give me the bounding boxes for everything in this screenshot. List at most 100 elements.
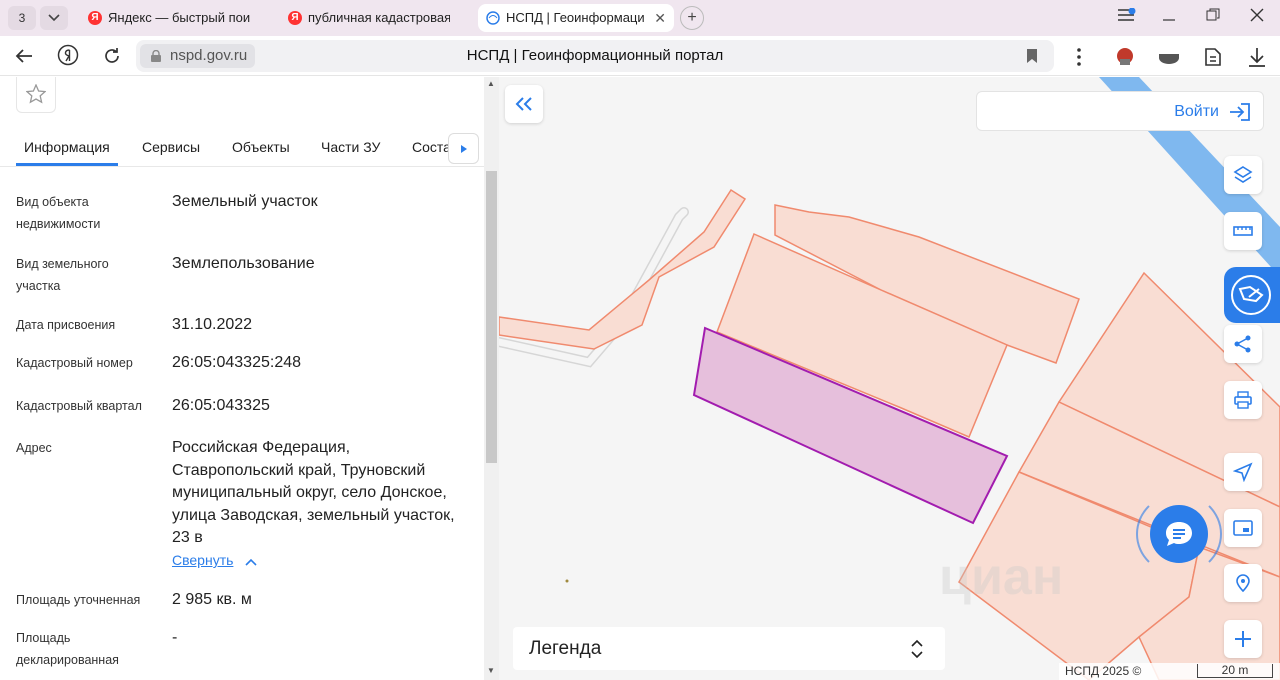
chat-icon	[1166, 522, 1192, 546]
parcel-shape	[499, 188, 747, 350]
new-tab-button[interactable]: +	[680, 6, 704, 30]
field-value: 2 985 кв. м	[172, 591, 252, 608]
map-footer: НСПД 2025 © 20 m	[1059, 663, 1280, 680]
browser-tab-cadastral-search[interactable]: Я публичная кадастровая к	[280, 4, 470, 32]
map-parcels-layer	[499, 77, 1280, 680]
legend-label: Легенда	[529, 638, 602, 659]
chevron-up-icon[interactable]	[245, 558, 257, 566]
location-search-icon	[1236, 574, 1250, 593]
yandex-icon: Я	[288, 11, 302, 25]
url-field[interactable]: nspd.gov.ru НСПД | Геоинформационный пор…	[136, 40, 1054, 72]
scroll-up-icon[interactable]: ▲	[487, 79, 495, 88]
ruler-icon	[1233, 226, 1253, 236]
legend-dropdown[interactable]: Легенда	[513, 627, 945, 670]
scale-bar: 20 m	[1197, 664, 1273, 678]
field-label: Вид объекта недвижимости	[16, 195, 101, 231]
print-icon	[1234, 391, 1252, 409]
field-label: Адрес	[16, 441, 52, 455]
login-label: Войти	[1174, 103, 1219, 120]
info-panel: Информация Сервисы Объекты Части ЗУ Сост…	[0, 77, 484, 680]
chevron-down-icon	[48, 14, 60, 22]
tabs-scroll-right-button[interactable]	[448, 133, 479, 164]
search-location-button[interactable]	[1224, 564, 1262, 602]
share-icon	[1234, 335, 1251, 353]
navigation-arrow-icon	[1233, 462, 1253, 482]
share-button[interactable]	[1224, 325, 1262, 363]
plus-icon	[1235, 631, 1251, 647]
chat-button[interactable]	[1150, 505, 1208, 563]
field-label: Вид земельного участка	[16, 257, 109, 293]
minimize-icon[interactable]	[1162, 8, 1176, 25]
layers-button[interactable]	[1224, 156, 1262, 194]
layers-icon	[1233, 166, 1253, 183]
collapse-panel-button[interactable]	[505, 85, 543, 123]
page-title: НСПД | Геоинформационный портал	[466, 47, 724, 64]
panel-tabs: Информация Сервисы Объекты Части ЗУ Сост…	[0, 133, 484, 167]
globe-icon	[486, 11, 500, 25]
active-tab-indicator	[16, 163, 118, 166]
yandex-icon[interactable]	[56, 44, 80, 68]
print-button[interactable]	[1224, 381, 1262, 419]
bookmark-icon[interactable]	[1026, 48, 1038, 64]
close-window-icon[interactable]	[1250, 8, 1264, 25]
draw-tool-button[interactable]	[1224, 267, 1280, 323]
tab-information[interactable]: Информация	[24, 139, 110, 155]
locate-button[interactable]	[1224, 453, 1262, 491]
caret-right-icon	[461, 145, 467, 153]
tab-title: НСПД | Геоинформаци	[506, 10, 645, 25]
extension-icon[interactable]	[1114, 46, 1136, 68]
collapse-link[interactable]: Свернуть	[172, 552, 233, 568]
field-label: Площадь декларированная	[16, 631, 119, 667]
field-label: Кадастровый квартал	[16, 399, 142, 413]
field-value: -	[172, 629, 178, 646]
tab-title: публичная кадастровая к	[308, 10, 450, 25]
map-draw-icon	[1231, 275, 1271, 315]
restore-icon[interactable]	[1206, 8, 1220, 25]
minimap-button[interactable]	[1224, 509, 1262, 547]
collections-icon[interactable]	[1202, 46, 1224, 68]
field-label: Площадь уточненная	[16, 593, 141, 607]
menu-icon[interactable]	[1118, 7, 1136, 25]
reload-icon[interactable]	[100, 44, 124, 68]
browser-tab-yandex[interactable]: Я Яндекс — быстрый поиск	[80, 4, 270, 32]
browser-tab-nspd[interactable]: НСПД | Геоинформаци ✕	[478, 4, 674, 32]
login-button[interactable]: Войти	[976, 91, 1264, 131]
field-label: Кадастровый номер	[16, 356, 133, 370]
tab-composition[interactable]: Соста	[412, 139, 451, 155]
copyright-text: НСПД 2025 ©	[1065, 664, 1142, 678]
tab-list-button[interactable]	[40, 6, 68, 30]
field-value: Землепользование	[172, 255, 315, 272]
tab-land-parts[interactable]: Части ЗУ	[321, 139, 380, 155]
download-icon[interactable]	[1246, 46, 1268, 68]
picture-in-picture-icon	[1233, 520, 1253, 536]
scrollbar-thumb[interactable]	[486, 171, 497, 463]
cadastral-number-value: 26:05:043325:248	[172, 354, 302, 371]
field-label: Дата присвоения	[16, 318, 116, 332]
address-bar: nspd.gov.ru НСПД | Геоинформационный пор…	[0, 36, 1280, 76]
tab-services[interactable]: Сервисы	[142, 139, 200, 155]
login-icon	[1230, 103, 1250, 121]
zoom-in-button[interactable]	[1224, 620, 1262, 658]
cadastral-quarter-value: 26:05:043325	[172, 397, 270, 414]
map-canvas[interactable]: циан Войти Легенда НСПД 2025 © 20 m	[499, 77, 1280, 680]
field-value: Земельный участок	[172, 193, 318, 210]
address-value: Российская Федерация, Ставропольский кра…	[172, 439, 455, 546]
close-tab-icon[interactable]: ✕	[654, 4, 666, 32]
star-icon	[26, 84, 46, 104]
scroll-down-icon[interactable]: ▼	[487, 666, 495, 675]
more-icon[interactable]	[1068, 46, 1090, 68]
double-chevron-left-icon	[515, 97, 532, 111]
watermark: циан	[939, 548, 1064, 606]
downloads-shelf-icon[interactable]	[1158, 46, 1180, 68]
measure-button[interactable]	[1224, 212, 1262, 250]
tab-objects[interactable]: Объекты	[232, 139, 290, 155]
field-value: 31.10.2022	[172, 316, 253, 333]
yandex-icon: Я	[88, 11, 102, 25]
favorite-button[interactable]	[16, 77, 56, 113]
browser-tab-bar: 3 Я Яндекс — быстрый поиск Я публичная к…	[0, 0, 1280, 36]
sort-chevrons-icon	[911, 639, 923, 659]
back-icon[interactable]	[12, 44, 36, 68]
panel-scrollbar[interactable]: ▲ ▼	[484, 77, 499, 680]
tab-count-button[interactable]: 3	[8, 6, 36, 30]
tab-title: Яндекс — быстрый поиск	[108, 10, 250, 25]
